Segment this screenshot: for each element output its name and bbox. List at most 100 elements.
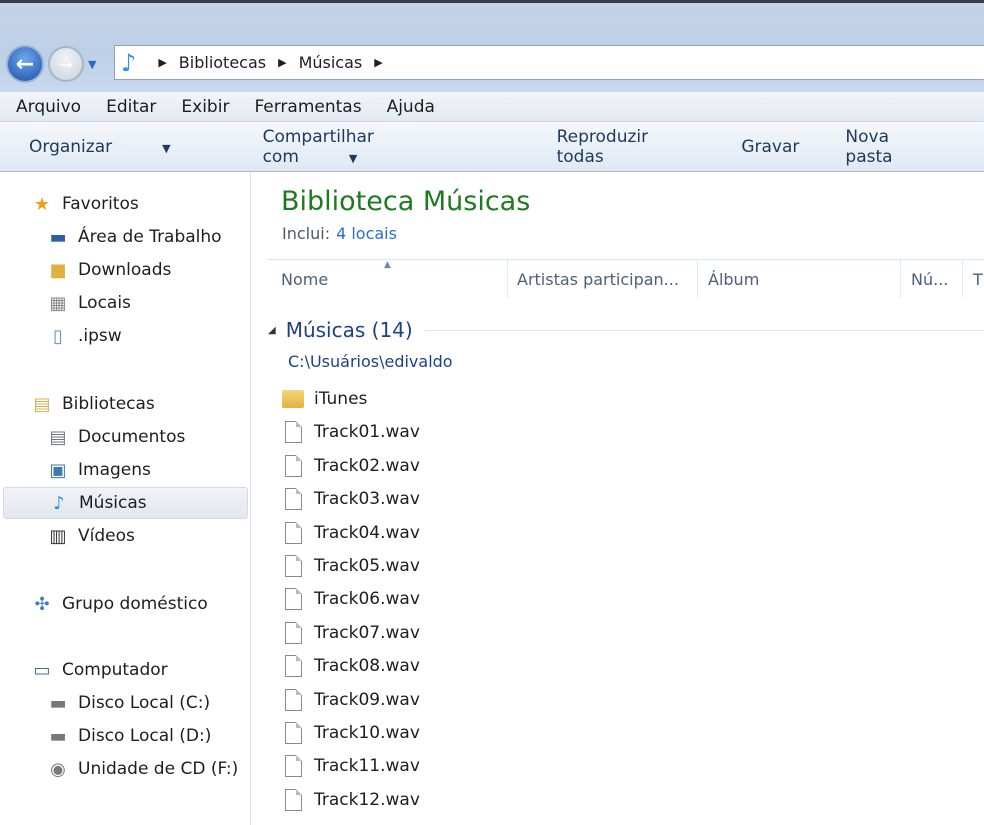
share-button[interactable]: Compartilhar com ▼ (263, 127, 511, 167)
group-header[interactable]: ◢ Músicas (14) (268, 318, 984, 342)
drive-icon: ▬ (49, 725, 67, 747)
breadcrumb-musicas[interactable]: Músicas (299, 53, 363, 72)
file-name: Track09.wav (314, 689, 420, 710)
videos-icon: ▥ (49, 525, 67, 547)
pictures-icon: ▣ (49, 459, 67, 481)
collapse-icon[interactable]: ◢ (268, 325, 276, 336)
sidebar-item-disk-d[interactable]: ▬ Disco Local (D:) (46, 720, 211, 752)
file-list-item[interactable]: Track09.wav (282, 685, 420, 715)
sidebar-label: Locais (78, 293, 131, 313)
breadcrumb-arrow-icon[interactable]: ▶ (374, 56, 382, 69)
breadcrumb-arrow-icon[interactable]: ▶ (158, 56, 166, 69)
file-list-item[interactable]: Track02.wav (282, 451, 420, 481)
sidebar-label: Músicas (79, 493, 147, 513)
file-name: Track01.wav (314, 422, 420, 443)
sidebar-item-videos[interactable]: ▥ Vídeos (46, 520, 135, 552)
burn-button[interactable]: Gravar (741, 137, 799, 157)
file-list-item[interactable]: Track04.wav (282, 518, 420, 548)
menu-editar[interactable]: Editar (106, 97, 156, 117)
menu-ferramentas[interactable]: Ferramentas (254, 97, 361, 117)
menu-exibir[interactable]: Exibir (181, 97, 229, 117)
navigation-pane: ★ Favoritos ▬ Área de Trabalho ■ Downloads … (0, 172, 251, 825)
column-artists[interactable]: Artistas participan... (508, 260, 698, 298)
includes-info: Inclui: 4 locais (282, 224, 397, 243)
sidebar-label: Computador (62, 660, 168, 680)
file-icon (282, 487, 304, 511)
sidebar-favorites[interactable]: ★ Favoritos (30, 188, 139, 220)
file-name: Track03.wav (314, 489, 420, 510)
music-icon: ♪ (53, 492, 65, 514)
file-list-item[interactable]: Track10.wav (282, 718, 420, 748)
command-bar: Organizar ▼ Compartilhar com ▼ Reproduzir … (0, 122, 984, 172)
file-list-item[interactable]: Track11.wav (282, 751, 420, 781)
file-list-item[interactable]: Track05.wav (282, 551, 420, 581)
sort-ascending-icon: ▲ (384, 260, 391, 270)
sidebar-item-disk-c[interactable]: ▬ Disco Local (C:) (46, 687, 210, 719)
title-bar: ← → ▼ ♪ ▶ Bibliotecas ▶ Músicas ▶ (0, 0, 984, 92)
folder-icon (282, 387, 304, 411)
sidebar-item-documentos[interactable]: ▤ Documentos (46, 421, 185, 453)
sidebar-label: Unidade de CD (F:) (78, 759, 239, 779)
file-icon (282, 587, 304, 611)
cd-drive-icon: ◉ (50, 758, 66, 780)
column-label: Nome (281, 269, 329, 289)
column-nome[interactable]: ▲ Nome (268, 260, 508, 298)
column-headers: ▲ Nome Artistas participan... Álbum Nú...… (268, 259, 984, 298)
sidebar-label: Grupo doméstico (62, 594, 208, 614)
libraries-icon: ▤ (33, 393, 51, 415)
sidebar-label: Área de Trabalho (78, 227, 222, 247)
desktop-icon: ▬ (49, 226, 67, 248)
address-bar[interactable]: ♪ ▶ Bibliotecas ▶ Músicas ▶ (114, 45, 984, 80)
column-label: T (973, 269, 983, 289)
sidebar-homegroup[interactable]: ✣ Grupo doméstico (30, 588, 208, 620)
file-list-item[interactable]: Track06.wav (282, 584, 420, 614)
history-dropdown-icon[interactable]: ▼ (88, 58, 96, 71)
sidebar-item-musicas[interactable]: ♪ Músicas (3, 487, 248, 519)
sidebar-label: Bibliotecas (62, 394, 155, 414)
organize-label: Organizar (29, 136, 113, 157)
file-icon (282, 654, 304, 678)
sidebar-item-locais[interactable]: ▦ Locais (46, 287, 131, 319)
forward-button[interactable]: → (48, 46, 84, 82)
chevron-down-icon: ▼ (162, 141, 171, 155)
file-name: iTunes (314, 389, 368, 409)
file-name: Track04.wav (314, 522, 420, 543)
sidebar-item-downloads[interactable]: ■ Downloads (46, 254, 171, 286)
file-name: Track07.wav (314, 622, 420, 643)
documents-icon: ▤ (49, 426, 67, 448)
file-list-item[interactable]: iTunes (282, 384, 367, 414)
column-number[interactable]: Nú... (901, 260, 963, 298)
breadcrumb-arrow-icon[interactable]: ▶ (278, 56, 286, 69)
sidebar-computer[interactable]: ▭ Computador (30, 654, 168, 686)
organize-button[interactable]: Organizar ▼ (29, 137, 217, 157)
sidebar-label: .ipsw (78, 326, 122, 346)
file-list-item[interactable]: Track07.wav (282, 618, 420, 648)
file-list-item[interactable]: Track12.wav (282, 785, 420, 815)
breadcrumb-bibliotecas[interactable]: Bibliotecas (179, 53, 266, 72)
sidebar-item-imagens[interactable]: ▣ Imagens (46, 454, 150, 486)
sidebar-item-cd-f[interactable]: ◉ Unidade de CD (F:) (46, 753, 238, 785)
file-list-item[interactable]: Track08.wav (282, 651, 420, 681)
sidebar-item-ipsw[interactable]: ▯ .ipsw (46, 320, 122, 352)
new-folder-button[interactable]: Nova pasta (845, 127, 938, 167)
file-list-item[interactable]: Track03.wav (282, 484, 420, 514)
menu-ajuda[interactable]: Ajuda (387, 97, 435, 117)
file-list-item[interactable]: Track01.wav (282, 417, 420, 447)
includes-locations-link[interactable]: 4 locais (336, 224, 397, 243)
group-title: Músicas (14) (285, 318, 413, 342)
menu-arquivo[interactable]: Arquivo (16, 97, 81, 117)
computer-icon: ▭ (33, 659, 51, 681)
play-all-button[interactable]: Reproduzir todas (557, 127, 696, 167)
sidebar-label: Disco Local (C:) (78, 693, 211, 713)
sidebar-libraries[interactable]: ▤ Bibliotecas (30, 388, 155, 420)
group-path[interactable]: C:\Usuários\edivaldo (288, 352, 453, 371)
music-icon: ♪ (121, 48, 137, 77)
homegroup-icon: ✣ (34, 593, 50, 615)
file-name: Track11.wav (314, 756, 420, 777)
back-button[interactable]: ← (6, 45, 44, 83)
sidebar-item-desktop[interactable]: ▬ Área de Trabalho (46, 221, 222, 253)
column-title[interactable]: T (963, 260, 984, 298)
sidebar-label: Vídeos (78, 526, 135, 546)
file-icon (282, 788, 304, 812)
column-album[interactable]: Álbum (698, 260, 901, 298)
